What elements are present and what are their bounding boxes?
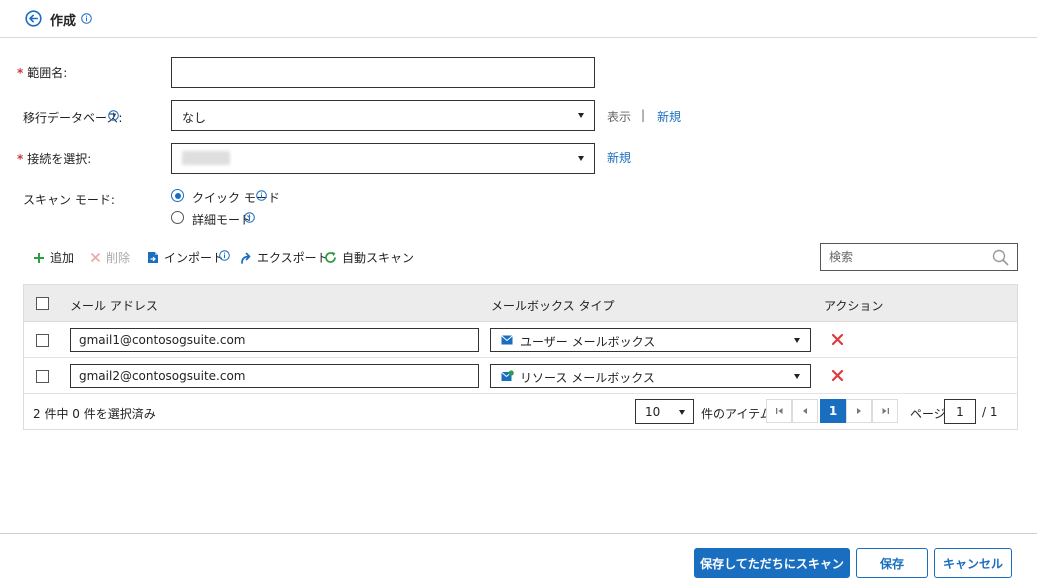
page-header <box>0 0 1037 38</box>
info-icon[interactable] <box>219 250 230 261</box>
mailbox-table: メール アドレス メールボックス タイプ アクション gmail1@contos… <box>23 284 1018 430</box>
new-db-link[interactable]: 新規 <box>657 108 681 125</box>
scan-mode-label: スキャン モード: <box>23 193 115 207</box>
view-link[interactable]: 表示 <box>607 108 631 125</box>
scope-name-input[interactable] <box>171 57 595 88</box>
resource-mailbox-icon <box>501 370 514 381</box>
mailbox-type-select[interactable]: ユーザー メールボックス <box>490 328 811 352</box>
last-page-icon <box>882 408 889 414</box>
save-and-scan-button[interactable]: 保存してただちにスキャン <box>694 548 850 578</box>
table-row: gmail2@contosogsuite.com リソース メールボックス <box>24 358 1017 394</box>
first-page-icon <box>775 408 782 414</box>
connection-label: * 接続を選択: <box>17 150 91 167</box>
export-label: エクスポート <box>257 251 329 265</box>
chevron-down-icon <box>794 374 800 379</box>
required-marker: * <box>17 66 24 80</box>
next-page-icon <box>857 408 861 414</box>
delete-row-icon[interactable] <box>831 333 844 346</box>
link-separator: | <box>641 108 646 122</box>
export-arrow-icon <box>241 252 251 264</box>
new-connection-link[interactable]: 新規 <box>607 149 631 166</box>
delete-x-icon <box>90 252 101 263</box>
migration-db-value: なし <box>182 111 207 125</box>
connection-select[interactable] <box>171 143 595 174</box>
column-header-email[interactable]: メール アドレス <box>70 297 158 314</box>
detail-mode-label[interactable]: 詳細モード <box>192 211 252 228</box>
footer-divider <box>0 533 1037 534</box>
table-row: gmail1@contosogsuite.com ユーザー メールボックス <box>24 322 1017 358</box>
quick-mode-radio[interactable] <box>171 189 184 202</box>
last-page-button[interactable] <box>872 399 898 423</box>
delete-label: 削除 <box>106 251 131 265</box>
delete-row-icon[interactable] <box>831 369 844 382</box>
mail-icon <box>501 335 513 345</box>
mailbox-type-value: リソース メールボックス <box>520 371 655 385</box>
auto-scan-button[interactable]: 自動スキャン <box>324 249 414 266</box>
migration-db-select[interactable]: なし <box>171 100 595 131</box>
email-field[interactable]: gmail1@contosogsuite.com <box>70 328 479 352</box>
email-field[interactable]: gmail2@contosogsuite.com <box>70 364 479 388</box>
table-header: メール アドレス メールボックス タイプ アクション <box>24 285 1017 322</box>
total-pages: / 1 <box>982 405 998 419</box>
items-label: 件のアイテム <box>701 407 772 421</box>
export-button[interactable]: エクスポート <box>240 249 329 266</box>
save-button[interactable]: 保存 <box>856 548 928 578</box>
import-icon <box>148 252 158 263</box>
add-button[interactable]: 追加 <box>33 249 74 266</box>
add-label: 追加 <box>50 251 75 265</box>
info-icon[interactable] <box>108 110 119 121</box>
row-checkbox[interactable] <box>36 334 49 347</box>
select-all-checkbox[interactable] <box>36 297 49 310</box>
first-page-button[interactable] <box>766 399 792 423</box>
search-input[interactable] <box>829 250 979 264</box>
prev-page-icon <box>803 408 807 414</box>
import-label: インポート <box>164 251 225 265</box>
plus-icon <box>34 252 44 263</box>
prev-page-button[interactable] <box>792 399 818 423</box>
row-checkbox[interactable] <box>36 370 49 383</box>
page-label: ページ <box>910 407 946 421</box>
back-arrow-icon[interactable] <box>25 10 42 27</box>
info-icon[interactable] <box>244 212 255 223</box>
mailbox-type-value: ユーザー メールボックス <box>520 335 656 349</box>
selection-count: 2 件中 0 件を選択済み <box>33 407 156 421</box>
required-marker: * <box>17 152 24 166</box>
auto-scan-label: 自動スキャン <box>342 251 415 265</box>
mailbox-type-select[interactable]: リソース メールボックス <box>490 364 811 388</box>
connection-label-text: 接続を選択: <box>27 152 92 166</box>
page-size-value: 10 <box>645 405 661 419</box>
info-icon[interactable] <box>81 13 92 24</box>
chevron-down-icon <box>794 338 800 343</box>
cancel-button[interactable]: キャンセル <box>934 548 1012 578</box>
scope-name-label: * 範囲名: <box>17 64 67 81</box>
redacted-connection-value <box>182 151 230 165</box>
import-button[interactable]: インポート <box>147 249 224 266</box>
column-header-action: アクション <box>824 299 884 313</box>
chevron-down-icon <box>679 410 685 415</box>
column-header-mailbox-type[interactable]: メールボックス タイプ <box>491 297 614 314</box>
chevron-down-icon <box>578 113 584 118</box>
page-title: 作成 <box>50 14 77 29</box>
current-page-button[interactable]: 1 <box>820 399 846 423</box>
refresh-icon <box>325 251 336 263</box>
detail-mode-radio[interactable] <box>171 211 184 224</box>
next-page-button[interactable] <box>846 399 872 423</box>
chevron-down-icon <box>578 156 584 161</box>
scope-name-label-text: 範囲名: <box>27 66 68 80</box>
search-box[interactable] <box>820 243 1018 271</box>
page-size-select[interactable]: 10 <box>635 399 694 424</box>
info-icon[interactable] <box>256 190 267 201</box>
delete-button[interactable]: 削除 <box>90 249 130 266</box>
search-icon[interactable] <box>992 249 1009 266</box>
page-number-input[interactable]: 1 <box>944 399 976 424</box>
